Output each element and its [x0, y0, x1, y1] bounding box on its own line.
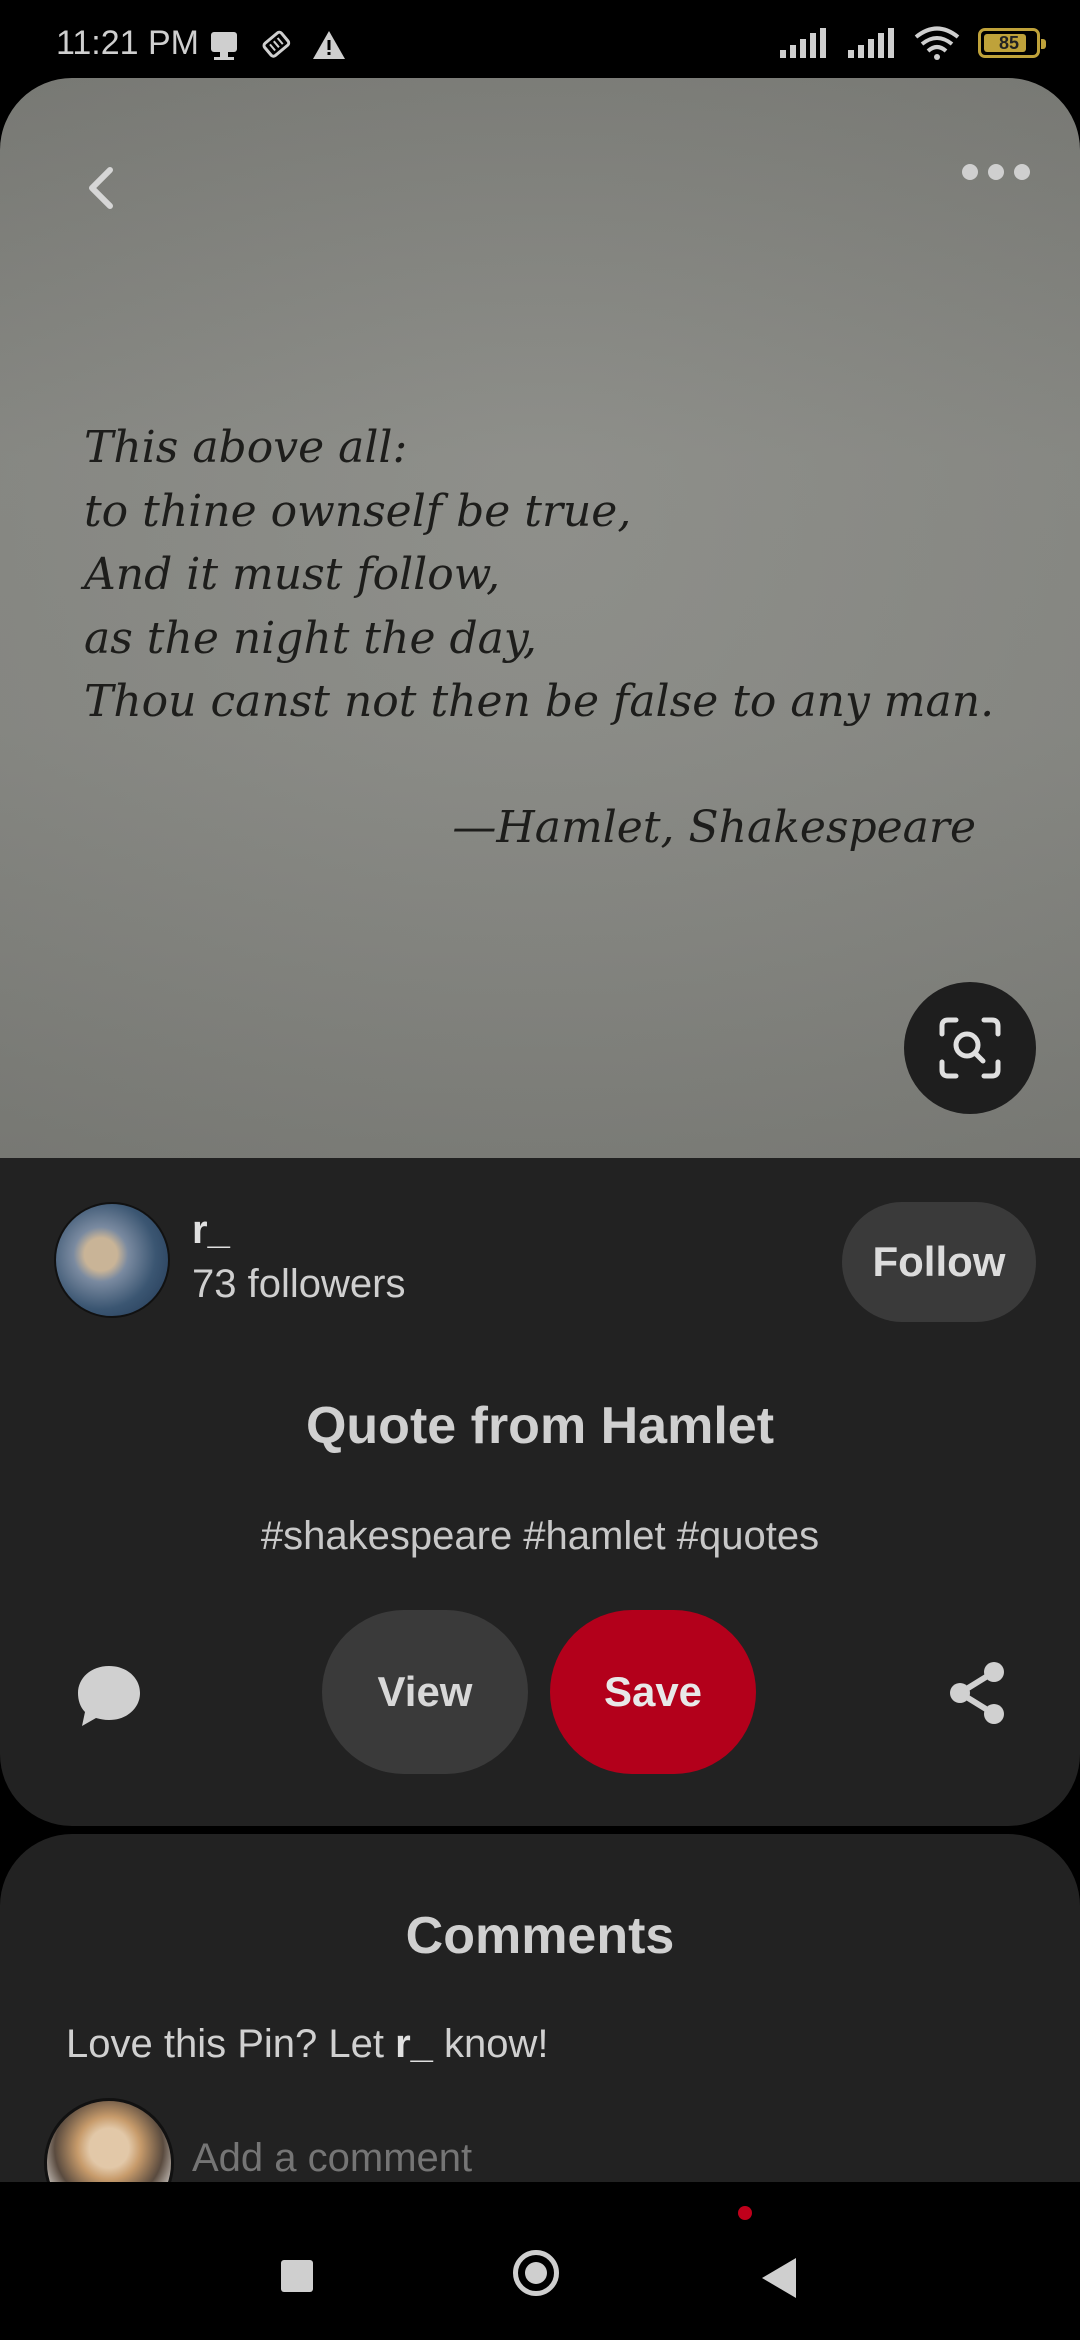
comment-icon[interactable] [72, 1658, 146, 1732]
back-button[interactable] [762, 2258, 796, 2298]
comments-prompt: Love this Pin? Let r_ know! [66, 2022, 549, 2066]
wifi-icon [914, 26, 960, 60]
pin-image[interactable]: This above all: to thine ownself be true… [0, 78, 1080, 1158]
quote-attribution: —Hamlet, Shakespeare [452, 802, 976, 853]
chevron-left-icon[interactable] [72, 158, 132, 218]
notification-icon [211, 32, 237, 60]
notification-dot [738, 2206, 752, 2220]
sim-card-icon [262, 30, 291, 58]
add-comment-input[interactable] [192, 2136, 892, 2181]
share-icon[interactable] [942, 1658, 1012, 1728]
quote-line: Thou canst not then be false to any man. [84, 676, 995, 727]
save-button[interactable]: Save [550, 1610, 756, 1774]
visual-search-icon [939, 1017, 1001, 1079]
status-icons-right: 85 [778, 26, 1046, 60]
creator-avatar[interactable] [54, 1202, 170, 1318]
quote-line: And it must follow, [84, 549, 501, 600]
comments-title: Comments [405, 1907, 675, 1965]
visual-search-button[interactable] [904, 982, 1036, 1114]
pin-title: Quote from Hamlet [305, 1397, 775, 1455]
signal-icon [848, 28, 894, 58]
status-icons-left [208, 28, 346, 62]
status-time: 11:21 PM [56, 24, 200, 62]
more-horizontal-icon[interactable] [962, 164, 1030, 180]
recent-apps-button[interactable] [281, 2260, 313, 2292]
quote-line: This above all: [84, 422, 408, 473]
signal-icon [780, 28, 826, 58]
system-navigation-bar [0, 2182, 1080, 2340]
warning-icon [313, 31, 345, 59]
battery-icon: 85 [978, 28, 1046, 58]
view-button[interactable]: View [322, 1610, 528, 1774]
pin-details-card: r_ 73 followers Follow Quote from Hamlet… [0, 1158, 1080, 1826]
creator-mention[interactable]: r_ [395, 2022, 433, 2066]
follow-button[interactable]: Follow [842, 1202, 1036, 1322]
creator-followers: 73 followers [192, 1262, 406, 1306]
comments-section: Comments Love this Pin? Let r_ know! [0, 1834, 1080, 2234]
quote-line: as the night the day, [84, 613, 537, 664]
status-bar: 11:21 PM 85 [0, 0, 1080, 78]
battery-level: 85 [998, 33, 1020, 53]
quote-line: to thine ownself be true, [84, 486, 632, 537]
creator-name[interactable]: r_ [192, 1208, 230, 1253]
home-button[interactable] [513, 2250, 559, 2296]
pin-tags[interactable]: #shakespeare #hamlet #quotes [0, 1514, 1080, 1559]
